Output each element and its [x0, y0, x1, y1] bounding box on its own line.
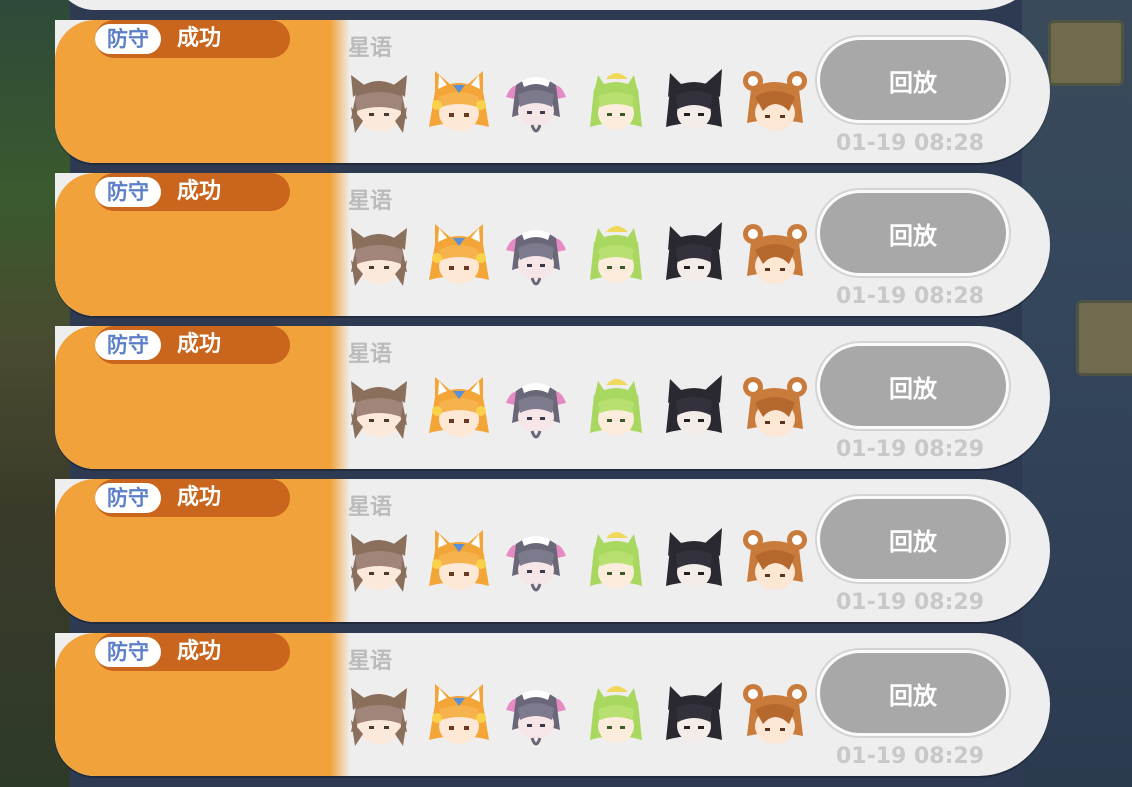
brown-bear-girl-icon	[741, 526, 809, 596]
team-lineup	[345, 67, 815, 137]
orange-fox-girl-icon	[425, 526, 493, 596]
brown-bear-girl-icon	[741, 67, 809, 137]
record-row: 防守 成功 星语 回放 01-19 08:29	[55, 479, 1050, 622]
record-time: 01-19 08:29	[835, 744, 985, 769]
replay-button[interactable]: 回放	[817, 37, 1009, 123]
black-cat-girl-icon	[660, 67, 728, 137]
mode-label: 防守	[95, 24, 161, 54]
mode-label: 防守	[95, 177, 161, 207]
brown-cat-girl-icon	[345, 220, 413, 290]
brown-cat-girl-icon	[345, 67, 413, 137]
result-label: 成功	[177, 179, 222, 204]
record-row: 防守 成功 星语 回放 01-19 08:29	[55, 326, 1050, 469]
partial-record-row	[55, 0, 1050, 10]
record-row: 防守 成功 星语 回放 01-19 08:28	[55, 20, 1050, 163]
brown-bear-girl-icon	[741, 220, 809, 290]
mode-label: 防守	[95, 330, 161, 360]
result-label: 成功	[177, 332, 222, 357]
player-name: 星语	[348, 342, 393, 367]
result-label: 成功	[177, 26, 222, 51]
result-tag: 防守 成功	[95, 479, 290, 517]
purple-maid-girl-icon	[502, 680, 570, 750]
black-cat-girl-icon	[660, 220, 728, 290]
record-time: 01-19 08:28	[835, 131, 985, 156]
green-hair-girl-icon	[582, 220, 650, 290]
mode-label: 防守	[95, 637, 161, 667]
black-cat-girl-icon	[660, 526, 728, 596]
player-name: 星语	[348, 649, 393, 674]
brown-bear-girl-icon	[741, 373, 809, 443]
player-name: 星语	[348, 189, 393, 214]
replay-button[interactable]: 回放	[817, 190, 1009, 276]
replay-button[interactable]: 回放	[817, 343, 1009, 429]
result-label: 成功	[177, 639, 222, 664]
green-hair-girl-icon	[582, 680, 650, 750]
background-tile	[1048, 20, 1124, 86]
team-lineup	[345, 680, 815, 750]
team-lineup	[345, 220, 815, 290]
record-time: 01-19 08:29	[835, 437, 985, 462]
green-hair-girl-icon	[582, 67, 650, 137]
brown-cat-girl-icon	[345, 680, 413, 750]
result-tag: 防守 成功	[95, 633, 290, 671]
brown-cat-girl-icon	[345, 373, 413, 443]
brown-bear-girl-icon	[741, 680, 809, 750]
record-row: 防守 成功 星语 回放 01-19 08:28	[55, 173, 1050, 316]
team-lineup	[345, 526, 815, 596]
record-row: 防守 成功 星语 回放 01-19 08:29	[55, 633, 1050, 776]
record-time: 01-19 08:28	[835, 284, 985, 309]
team-lineup	[345, 373, 815, 443]
record-time: 01-19 08:29	[835, 590, 985, 615]
orange-fox-girl-icon	[425, 680, 493, 750]
purple-maid-girl-icon	[502, 526, 570, 596]
green-hair-girl-icon	[582, 526, 650, 596]
player-name: 星语	[348, 495, 393, 520]
result-tag: 防守 成功	[95, 326, 290, 364]
replay-button[interactable]: 回放	[817, 496, 1009, 582]
purple-maid-girl-icon	[502, 220, 570, 290]
orange-fox-girl-icon	[425, 220, 493, 290]
brown-cat-girl-icon	[345, 526, 413, 596]
purple-maid-girl-icon	[502, 67, 570, 137]
black-cat-girl-icon	[660, 680, 728, 750]
green-hair-girl-icon	[582, 373, 650, 443]
purple-maid-girl-icon	[502, 373, 570, 443]
orange-fox-girl-icon	[425, 373, 493, 443]
result-tag: 防守 成功	[95, 20, 290, 58]
player-name: 星语	[348, 36, 393, 61]
black-cat-girl-icon	[660, 373, 728, 443]
replay-button[interactable]: 回放	[817, 650, 1009, 736]
result-label: 成功	[177, 485, 222, 510]
mode-label: 防守	[95, 483, 161, 513]
orange-fox-girl-icon	[425, 67, 493, 137]
result-tag: 防守 成功	[95, 173, 290, 211]
background-tile	[1076, 300, 1132, 376]
